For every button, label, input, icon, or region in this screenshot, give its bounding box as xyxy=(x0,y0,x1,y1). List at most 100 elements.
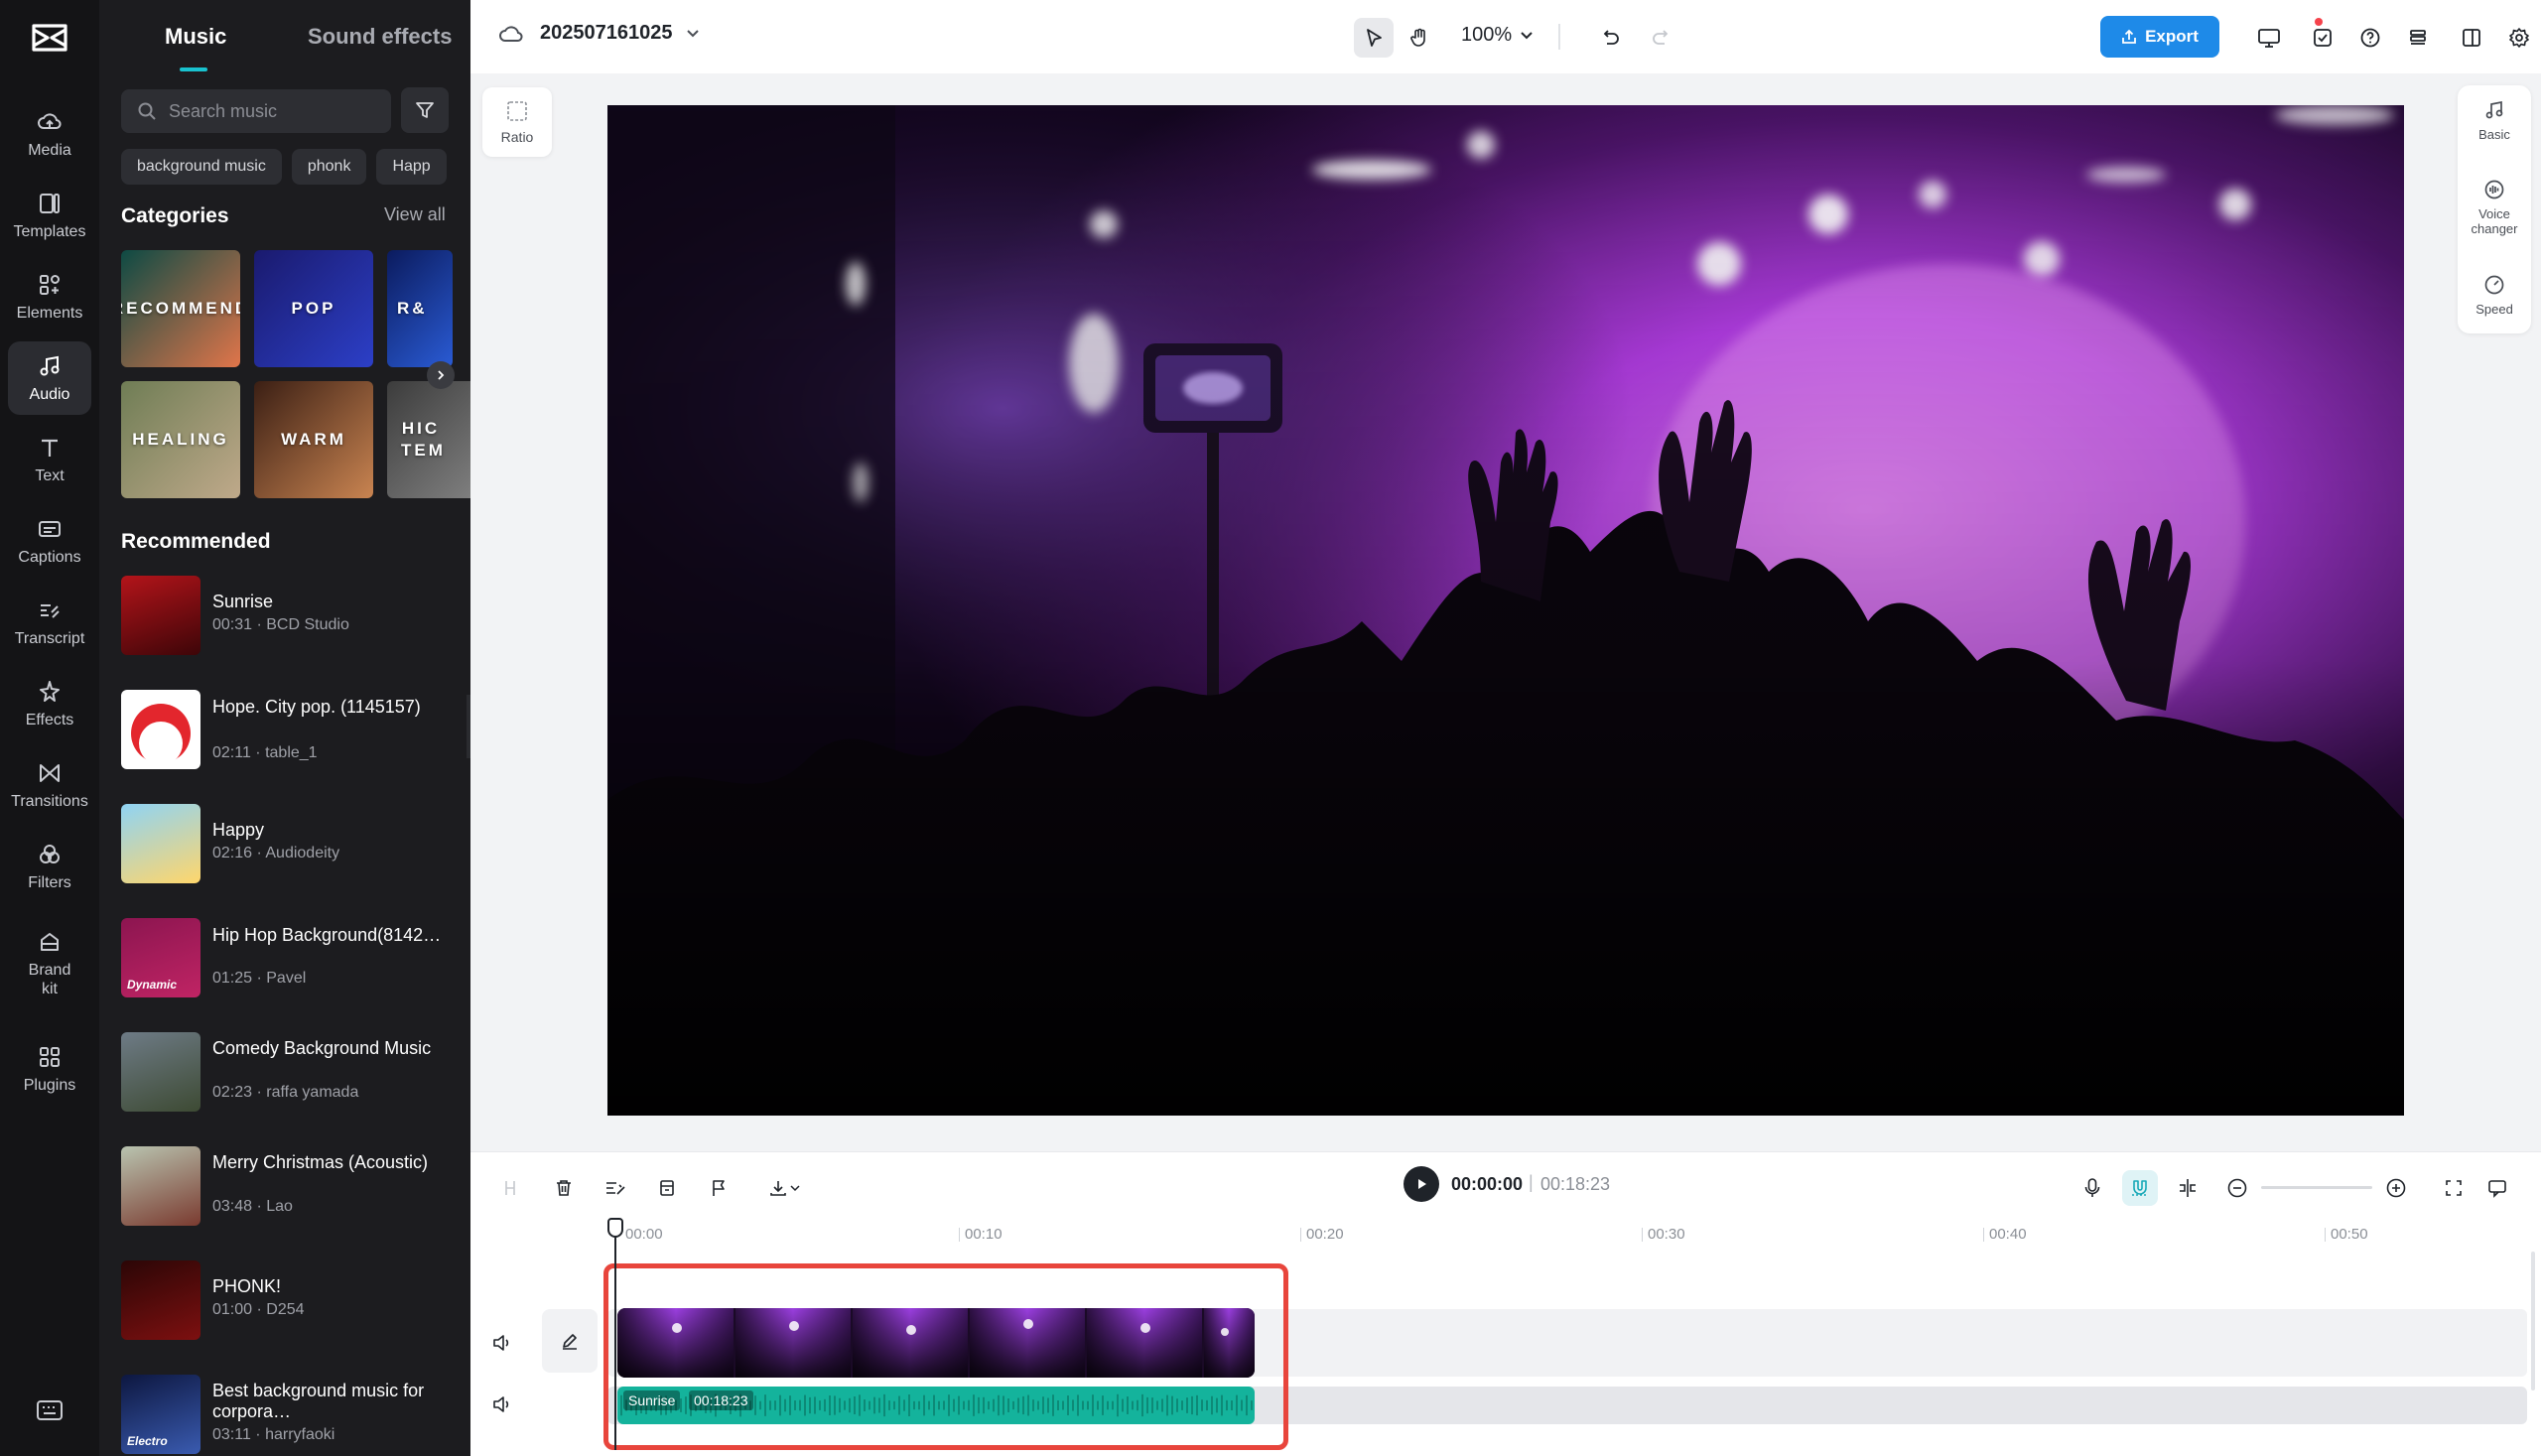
timeline-vertical-scrollbar[interactable] xyxy=(2531,1252,2535,1390)
brand-check-button[interactable] xyxy=(2303,18,2342,58)
track-thumbnail xyxy=(121,690,201,769)
category-card[interactable]: HIC TEM xyxy=(387,381,470,498)
ratio-icon xyxy=(505,99,529,123)
rail-item-brand-kit[interactable]: Brand kit xyxy=(8,919,91,1008)
rail-label: Brand kit xyxy=(25,961,74,998)
rail-label: Transcript xyxy=(15,629,85,648)
present-button[interactable] xyxy=(2249,18,2289,58)
rail-item-elements[interactable]: Elements xyxy=(8,260,91,333)
basic-tool-button[interactable]: Basic xyxy=(2458,99,2531,142)
rail-item-transitions[interactable]: Transitions xyxy=(8,748,91,822)
fit-timeline-button[interactable] xyxy=(2436,1170,2472,1206)
category-card[interactable]: HEALING xyxy=(121,381,240,498)
delete-button[interactable] xyxy=(546,1170,582,1206)
search-input[interactable] xyxy=(169,101,377,122)
track-item[interactable]: Comedy Background Music 02:23 · raffa ya… xyxy=(121,1032,459,1114)
select-tool-button[interactable] xyxy=(1354,18,1394,58)
chip-background-music[interactable]: background music xyxy=(121,149,282,185)
category-card[interactable]: RECOMMEND xyxy=(121,250,240,367)
track-item[interactable]: Hope. City pop. (1145157) 02:11 · table_… xyxy=(121,690,459,771)
rail-item-effects[interactable]: Effects xyxy=(8,667,91,740)
music-note-icon xyxy=(2483,99,2505,121)
magnet-snap-button[interactable] xyxy=(2122,1170,2158,1206)
tab-music[interactable]: Music xyxy=(165,24,226,50)
playhead-handle[interactable] xyxy=(607,1218,623,1238)
category-label: HEALING xyxy=(132,430,229,450)
capcut-logo-icon[interactable] xyxy=(30,20,69,56)
rail-item-templates[interactable]: Templates xyxy=(8,179,91,252)
categories-next-button[interactable] xyxy=(427,361,455,389)
zoom-dropdown[interactable]: 100% xyxy=(1461,24,1534,47)
keyboard-shortcuts-icon[interactable] xyxy=(36,1399,64,1421)
category-label: WARM xyxy=(281,430,346,450)
marker-button[interactable] xyxy=(701,1170,736,1206)
view-all-link[interactable]: View all xyxy=(384,204,446,225)
rail-label: Media xyxy=(28,141,71,160)
export-button[interactable]: Export xyxy=(2100,16,2219,58)
download-dropdown-button[interactable] xyxy=(758,1170,810,1206)
split-button[interactable] xyxy=(492,1170,528,1206)
track-item[interactable]: PHONK! 01:00 · D254 xyxy=(121,1260,459,1342)
layout-toggle-button[interactable] xyxy=(2452,18,2491,58)
elements-icon xyxy=(37,272,63,298)
total-duration: 00:18:23 xyxy=(1540,1174,1610,1195)
tab-sound-effects[interactable]: Sound effects xyxy=(308,24,452,50)
selection-highlight-box xyxy=(603,1263,1288,1450)
help-button[interactable] xyxy=(2350,18,2390,58)
project-name[interactable]: 202507161025 xyxy=(540,22,672,45)
track-meta: 03:48 · Lao xyxy=(212,1198,293,1216)
record-voiceover-button[interactable] xyxy=(2074,1170,2110,1206)
rail-item-transcript[interactable]: Transcript xyxy=(8,586,91,659)
rail-item-audio[interactable]: Audio xyxy=(8,341,91,415)
speed-button[interactable]: Speed xyxy=(2458,274,2531,317)
timeline-options-button[interactable] xyxy=(2479,1170,2515,1206)
rail-label: Plugins xyxy=(24,1076,75,1095)
auto-edit-button[interactable] xyxy=(598,1170,633,1206)
category-card[interactable]: R& xyxy=(387,250,453,367)
play-button[interactable] xyxy=(1404,1166,1439,1202)
cover-edit-button[interactable] xyxy=(542,1309,598,1373)
playhead[interactable] xyxy=(614,1220,616,1450)
hand-tool-button[interactable] xyxy=(1400,18,1439,58)
filter-button[interactable] xyxy=(401,87,449,133)
timeline-zoom-slider[interactable] xyxy=(2261,1186,2372,1189)
notification-dot xyxy=(2315,18,2323,26)
zoom-in-button[interactable] xyxy=(2378,1170,2414,1206)
zoom-out-button[interactable] xyxy=(2219,1170,2255,1206)
rail-item-filters[interactable]: Filters xyxy=(8,830,91,903)
redo-button[interactable] xyxy=(1642,18,1681,58)
audio-track-mute-button[interactable] xyxy=(484,1387,520,1422)
search-box[interactable] xyxy=(121,89,391,133)
video-preview[interactable] xyxy=(607,105,2404,1116)
chip-phonk[interactable]: phonk xyxy=(292,149,367,185)
rail-item-text[interactable]: Text xyxy=(8,423,91,496)
chevron-down-icon[interactable] xyxy=(686,29,700,39)
transitions-icon xyxy=(37,760,63,786)
layers-button[interactable] xyxy=(2398,18,2438,58)
voice-changer-button[interactable]: Voice changer xyxy=(2458,179,2531,236)
freeze-frame-button[interactable] xyxy=(649,1170,685,1206)
rail-item-media[interactable]: Media xyxy=(8,97,91,171)
category-card[interactable]: WARM xyxy=(254,381,373,498)
ratio-button[interactable]: Ratio xyxy=(482,87,552,157)
category-card[interactable]: POP xyxy=(254,250,373,367)
track-item[interactable]: Happy 02:16 · Audiodeity xyxy=(121,804,459,885)
video-track-mute-button[interactable] xyxy=(484,1325,520,1361)
link-tracks-button[interactable] xyxy=(2170,1170,2206,1206)
ruler-label: 00:30 xyxy=(1648,1226,1685,1243)
play-icon xyxy=(1414,1177,1428,1191)
templates-icon xyxy=(37,191,63,216)
ruler-tick xyxy=(1300,1228,1301,1242)
filters-icon xyxy=(37,842,63,867)
cloud-sync-icon[interactable] xyxy=(498,23,524,45)
track-item[interactable]: Dynamic Hip Hop Background(8142… 01:25 ·… xyxy=(121,918,459,999)
settings-button[interactable] xyxy=(2499,18,2539,58)
chip-happy[interactable]: Happ xyxy=(376,149,446,185)
track-item[interactable]: Sunrise 00:31 · BCD Studio xyxy=(121,576,459,657)
rail-item-plugins[interactable]: Plugins xyxy=(8,1032,91,1106)
rail-item-captions[interactable]: Captions xyxy=(8,504,91,578)
undo-button[interactable] xyxy=(1590,18,1630,58)
track-item[interactable]: Electro Best background music for corpor… xyxy=(121,1375,459,1456)
shield-check-icon xyxy=(2312,27,2334,49)
track-item[interactable]: Merry Christmas (Acoustic) 03:48 · Lao xyxy=(121,1146,459,1228)
